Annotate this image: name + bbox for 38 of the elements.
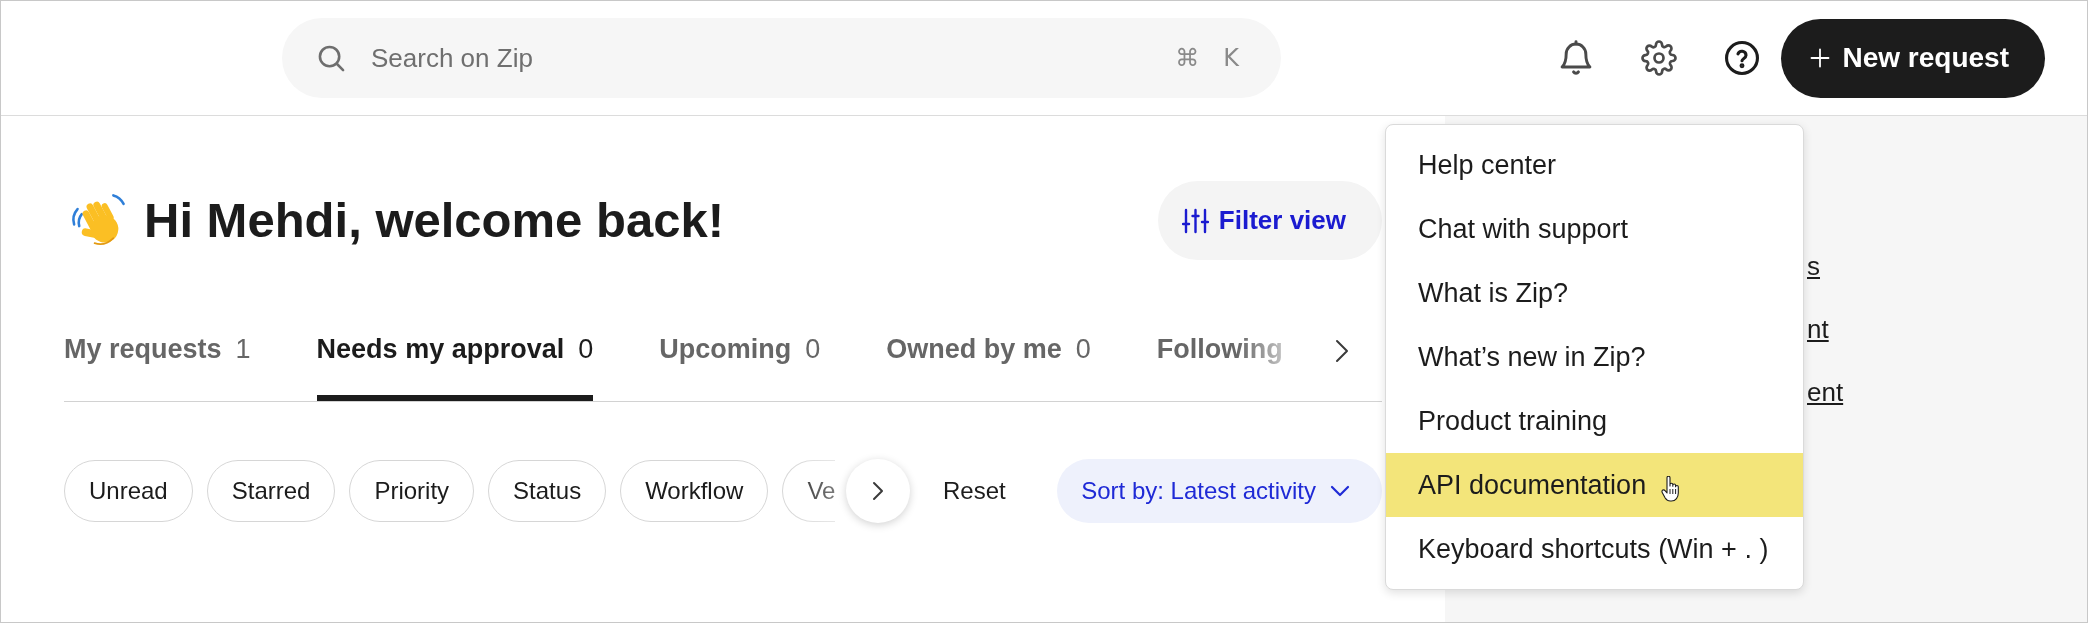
chevron-down-icon [1330,485,1350,497]
menu-item[interactable]: What’s new in Zip? [1386,325,1803,389]
bell-icon[interactable] [1558,40,1593,76]
menu-item[interactable]: Help center [1386,133,1803,197]
reset-button[interactable]: Reset [943,477,1006,505]
tab[interactable]: My requests 1 [64,334,251,401]
new-request-button[interactable]: New request [1780,18,2045,98]
chevron-right-icon[interactable] [1335,339,1349,363]
help-icon[interactable] [1724,41,1759,75]
tab[interactable]: Owned by me 0 [886,334,1091,401]
hand-cursor-icon [1661,476,1681,502]
filter-chip[interactable]: Status [488,460,607,522]
link[interactable]: nt [1807,311,1829,348]
filter-chip[interactable]: Ve [782,460,836,522]
shortcut-key: K [1223,44,1239,72]
menu-item[interactable]: API documentation [1386,453,1803,517]
link[interactable]: ent [1807,374,1844,411]
tab[interactable]: Following [1156,334,1283,401]
menu-item[interactable]: Product training [1386,389,1803,453]
sort-dropdown[interactable]: Sort by: Latest activity [1057,459,1382,523]
shortcut-key: ⌘ [1175,44,1200,72]
menu-item[interactable]: What is Zip? [1386,261,1803,325]
filter-view-button[interactable]: Filter view [1157,181,1382,260]
menu-item[interactable]: Chat with support [1386,197,1803,261]
link[interactable]: s [1807,248,1820,285]
menu-item[interactable]: Keyboard shortcuts (Win + . ) [1386,517,1803,581]
plus-icon [1809,48,1830,68]
settings-icon[interactable] [1640,40,1677,76]
greeting-heading: Hi Mehdi, welcome back! [144,193,724,248]
tab[interactable]: Needs my approval 0 [316,334,594,401]
sliders-icon [1181,207,1209,234]
chevron-right-icon [872,481,884,501]
search-icon [318,45,345,72]
tab[interactable]: Upcoming 0 [659,334,821,401]
filter-chip[interactable]: Workflow [620,460,769,522]
filter-chip[interactable]: Priority [349,460,475,522]
filter-chip[interactable]: Unread [64,460,193,522]
filter-chip[interactable]: Starred [206,460,336,522]
